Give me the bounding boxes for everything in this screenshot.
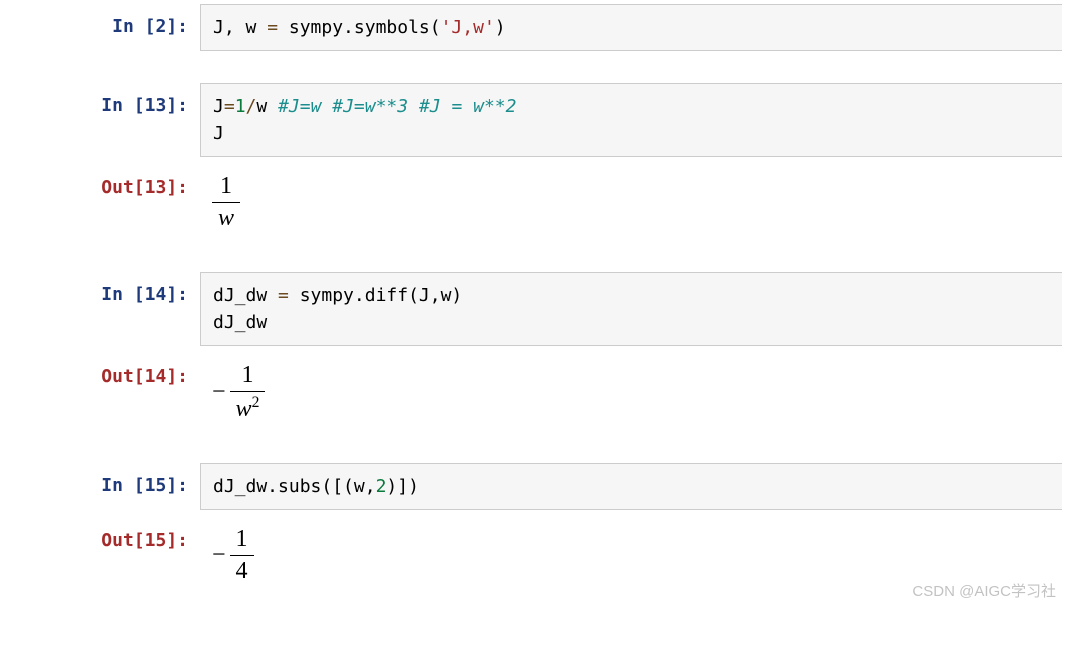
output-latex: − 1 4 [200,518,1062,593]
input-prompt: In [13]: [0,83,200,157]
literal-number: 1 [235,96,246,117]
cell-in-14: In [14]: dJ_dw = sympy.diff(J,w) dJ_dw [0,272,1066,346]
negated-fraction: − 1 4 [212,526,1050,585]
input-prompt: In [14]: [0,272,200,346]
minus-sign: − [212,379,230,406]
output-prompt: Out[13]: [0,165,200,240]
code-input[interactable]: dJ_dw = sympy.diff(J,w) dJ_dw [200,272,1062,346]
fraction: 1 4 [230,526,254,585]
cell-content: 1 w [200,165,1066,240]
output-latex: − 1 w2 [200,354,1062,431]
code-line: J=1/w #J=w #J=w**3 #J = w**2 [213,93,1050,120]
cell-content: dJ_dw = sympy.diff(J,w) dJ_dw [200,272,1066,346]
code-input[interactable]: dJ_dw.subs([(w,2)]) [200,463,1062,510]
denominator: w2 [230,391,266,423]
code-line: J [213,120,1050,147]
cell-in-2: In [2]: J, w = sympy.symbols('J,w') [0,4,1066,51]
code-line: dJ_dw [213,309,1050,336]
code-line: dJ_dw = sympy.diff(J,w) [213,282,1050,309]
input-prompt: In [2]: [0,4,200,51]
cell-in-15: In [15]: dJ_dw.subs([(w,2)]) [0,463,1066,510]
denominator: w [212,202,240,232]
output-prompt: Out[15]: [0,518,200,593]
numerator: 1 [212,173,240,202]
code-input[interactable]: J=1/w #J=w #J=w**3 #J = w**2 J [200,83,1062,157]
exponent: 2 [252,394,260,411]
denominator: 4 [230,555,254,585]
literal-number: 2 [376,476,387,497]
cell-content: dJ_dw.subs([(w,2)]) [200,463,1066,510]
input-prompt: In [15]: [0,463,200,510]
code-input[interactable]: J, w = sympy.symbols('J,w') [200,4,1062,51]
variable-w: w [236,396,252,422]
cell-in-13: In [13]: J=1/w #J=w #J=w**3 #J = w**2 J [0,83,1066,157]
output-latex: 1 w [200,165,1062,240]
cell-content: J=1/w #J=w #J=w**3 #J = w**2 J [200,83,1066,157]
fraction: 1 w [212,173,240,232]
numerator: 1 [230,526,254,555]
negated-fraction: − 1 w2 [212,362,1050,423]
fraction: 1 w2 [230,362,266,423]
code-line: J, w = sympy.symbols('J,w') [213,14,1050,41]
cell-out-15: Out[15]: − 1 4 [0,518,1066,593]
numerator: 1 [230,362,266,391]
minus-sign: − [212,542,230,569]
comment: #J=w #J=w**3 #J = w**2 [278,96,516,117]
cell-content: − 1 4 [200,518,1066,593]
output-prompt: Out[14]: [0,354,200,431]
cell-out-14: Out[14]: − 1 w2 [0,354,1066,431]
cell-out-13: Out[13]: 1 w [0,165,1066,240]
cell-content: J, w = sympy.symbols('J,w') [200,4,1066,51]
cell-content: − 1 w2 [200,354,1066,431]
code-line: dJ_dw.subs([(w,2)]) [213,473,1050,500]
